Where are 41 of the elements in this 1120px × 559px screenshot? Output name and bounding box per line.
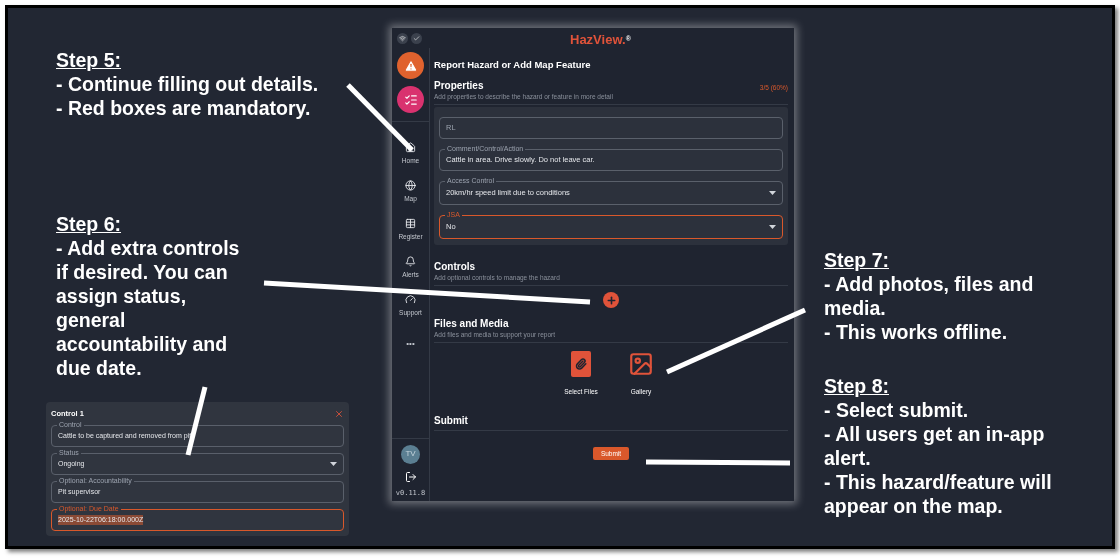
step-heading: Step 5: bbox=[56, 48, 121, 72]
file-clip-icon bbox=[571, 351, 591, 378]
nav-icon bbox=[405, 218, 416, 229]
step-text: - Continue filling out details. bbox=[56, 72, 320, 96]
step-heading: Step 6: bbox=[56, 212, 121, 236]
image-icon bbox=[628, 351, 654, 378]
nav-icon bbox=[405, 256, 416, 267]
warning-icon bbox=[403, 58, 418, 73]
nav-icon bbox=[405, 142, 416, 153]
wifi-icon bbox=[397, 32, 408, 44]
leader-line bbox=[346, 83, 414, 152]
step-text: - Add extra controls if desired. You can assign status, general accountability and due date. bbox=[56, 236, 241, 380]
dropdown-caret-icon bbox=[330, 461, 337, 466]
leader-line bbox=[185, 386, 208, 456]
add-control-button[interactable] bbox=[603, 292, 619, 309]
check-icon bbox=[411, 32, 422, 44]
section-heading: Properties bbox=[434, 80, 484, 93]
step-text: - This works offline. bbox=[824, 320, 1009, 344]
plus-icon bbox=[605, 294, 617, 306]
report-hazard-button[interactable] bbox=[397, 52, 424, 79]
nav-icon bbox=[405, 294, 416, 305]
step-heading: Step 8: bbox=[824, 374, 889, 398]
dropdown-caret-icon bbox=[769, 224, 776, 229]
step-text: - This hazard/feature will appear on the map. bbox=[824, 470, 1053, 518]
step-text: - Select submit. bbox=[824, 398, 970, 422]
step-heading: Step 7: bbox=[824, 248, 889, 272]
checklist-button[interactable] bbox=[397, 86, 424, 113]
step-text: - All users get an in-app alert. bbox=[824, 422, 1046, 470]
step-text: - Add photos, files and media. bbox=[824, 272, 1035, 320]
step-text: - Red boxes are mandatory. bbox=[56, 96, 312, 120]
section-heading: Controls bbox=[434, 261, 476, 274]
section-heading: Submit bbox=[434, 415, 468, 427]
page-title: Report Hazard or Add Map Feature bbox=[434, 58, 592, 72]
section-heading: Files and Media bbox=[434, 318, 509, 331]
nav-item[interactable]: ••• bbox=[406, 332, 415, 370]
nav-icon bbox=[405, 180, 416, 191]
app-logo: HazView.$^{®}$ bbox=[570, 31, 631, 49]
close-icon[interactable] bbox=[334, 408, 344, 419]
dropdown-caret-icon bbox=[769, 190, 776, 195]
checklist-icon bbox=[403, 92, 418, 107]
logout-icon[interactable] bbox=[404, 470, 417, 483]
